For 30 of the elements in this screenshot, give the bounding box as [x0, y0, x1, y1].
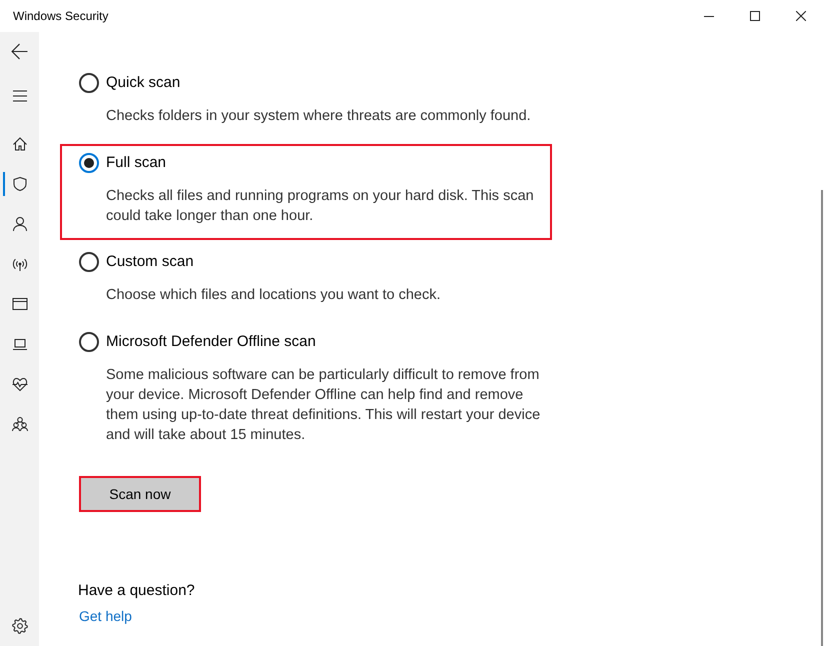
- settings-icon: [12, 618, 28, 634]
- window-title: Windows Security: [13, 9, 110, 23]
- people-icon: [12, 416, 28, 432]
- option-label: Microsoft Defender Offline scan: [106, 332, 316, 352]
- heart-pulse-icon: [12, 376, 28, 392]
- radio-button[interactable]: [79, 152, 99, 172]
- scan-now-button[interactable]: Scan now: [81, 478, 199, 510]
- option-label: Full scan: [106, 152, 166, 172]
- radio-button[interactable]: [79, 252, 99, 272]
- antenna-icon: [12, 256, 28, 272]
- scrollbar[interactable]: [821, 190, 823, 646]
- maximize-icon: [750, 11, 760, 21]
- option-label: Custom scan: [106, 252, 194, 272]
- radio-button[interactable]: [79, 73, 99, 93]
- option-description: Checks folders in your system where threats are commonly found.: [106, 107, 531, 126]
- close-icon: [796, 11, 806, 21]
- option-description: Some malicious software can be particularly difficult to remove from your device. Microsoft Defender Offline can help find and remove them using up-to-date threat definitions. This will restart your device and will take about 15 minutes.: [106, 366, 542, 444]
- help-heading: Have a question?: [78, 581, 195, 601]
- menu-icon: [12, 88, 28, 104]
- person-icon: [12, 216, 28, 232]
- browser-window-icon: [12, 296, 28, 312]
- get-help-link[interactable]: Get help: [79, 606, 132, 626]
- back-arrow-icon: [11, 42, 28, 60]
- option-description: Checks all files and running programs on your hard disk. This scan could take longer than one hour.: [106, 186, 535, 226]
- option-description: Choose which files and locations you want to check.: [106, 286, 440, 305]
- home-icon: [12, 136, 28, 152]
- shield-icon: [12, 176, 28, 192]
- radio-button[interactable]: [79, 332, 99, 352]
- option-label: Quick scan: [106, 73, 180, 93]
- laptop-icon: [12, 336, 28, 352]
